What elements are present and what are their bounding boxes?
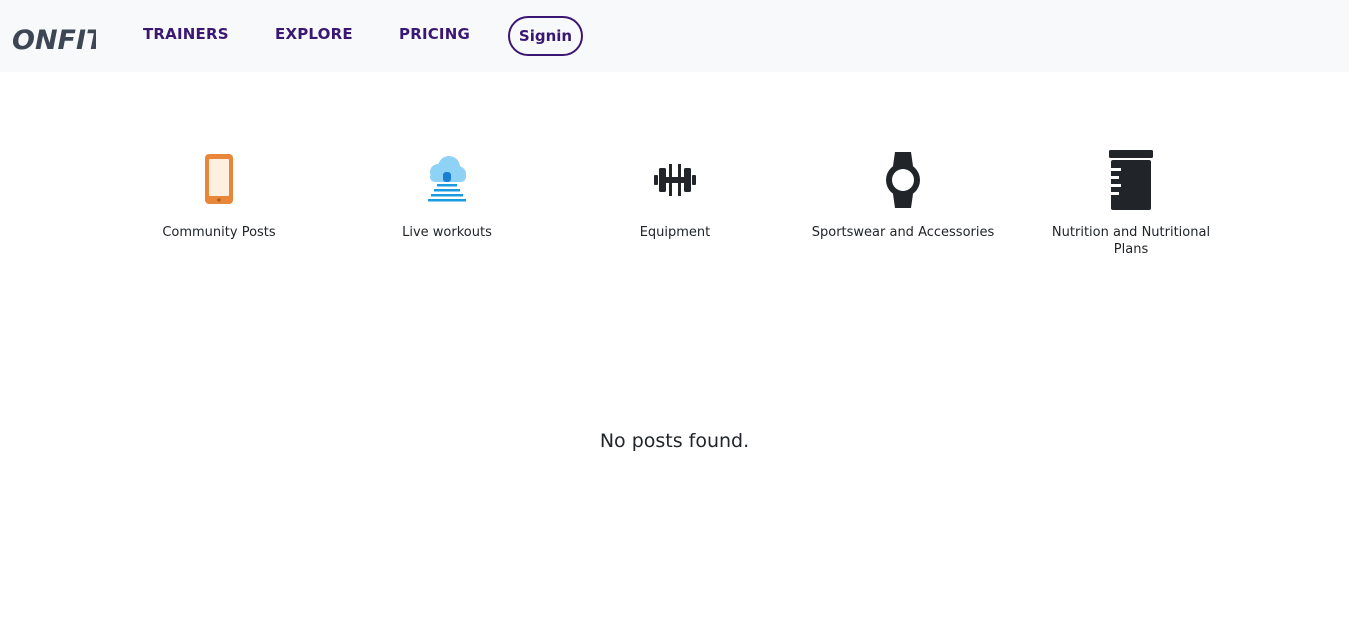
onfit-logo[interactable]: ONFIT bbox=[12, 22, 96, 52]
nav-link-trainers[interactable]: TRAINERS bbox=[143, 25, 229, 43]
smartwatch-icon bbox=[886, 152, 920, 208]
category-label: Nutrition and Nutritional Plans bbox=[1051, 225, 1211, 257]
category-live-workouts[interactable]: Live workouts bbox=[347, 148, 547, 241]
category-label: Sportswear and Accessories bbox=[811, 225, 995, 240]
category-equipment[interactable]: Equipment bbox=[575, 148, 775, 241]
signin-button[interactable]: Signin bbox=[508, 16, 583, 56]
supplement-jar-icon bbox=[1109, 150, 1153, 210]
nav-link-explore[interactable]: EXPLORE bbox=[275, 25, 353, 43]
category-sportswear-accessories[interactable]: Sportswear and Accessories bbox=[803, 148, 1003, 241]
category-nutrition-plans[interactable]: Nutrition and Nutritional Plans bbox=[1031, 148, 1231, 258]
category-label: Equipment bbox=[639, 225, 711, 240]
category-community-posts[interactable]: Community Posts bbox=[119, 148, 319, 241]
dumbbell-icon bbox=[654, 164, 696, 196]
smartphone-icon bbox=[205, 154, 233, 204]
cloud-stream-icon bbox=[428, 156, 466, 202]
empty-posts-message: No posts found. bbox=[599, 430, 750, 452]
top-navbar: ONFIT TRAINERS EXPLORE PRICING Signin bbox=[0, 0, 1349, 72]
category-label: Live workouts bbox=[402, 225, 492, 240]
svg-text:ONFIT: ONFIT bbox=[12, 25, 96, 52]
nav-link-pricing[interactable]: PRICING bbox=[399, 25, 470, 43]
category-label: Community Posts bbox=[162, 225, 276, 240]
